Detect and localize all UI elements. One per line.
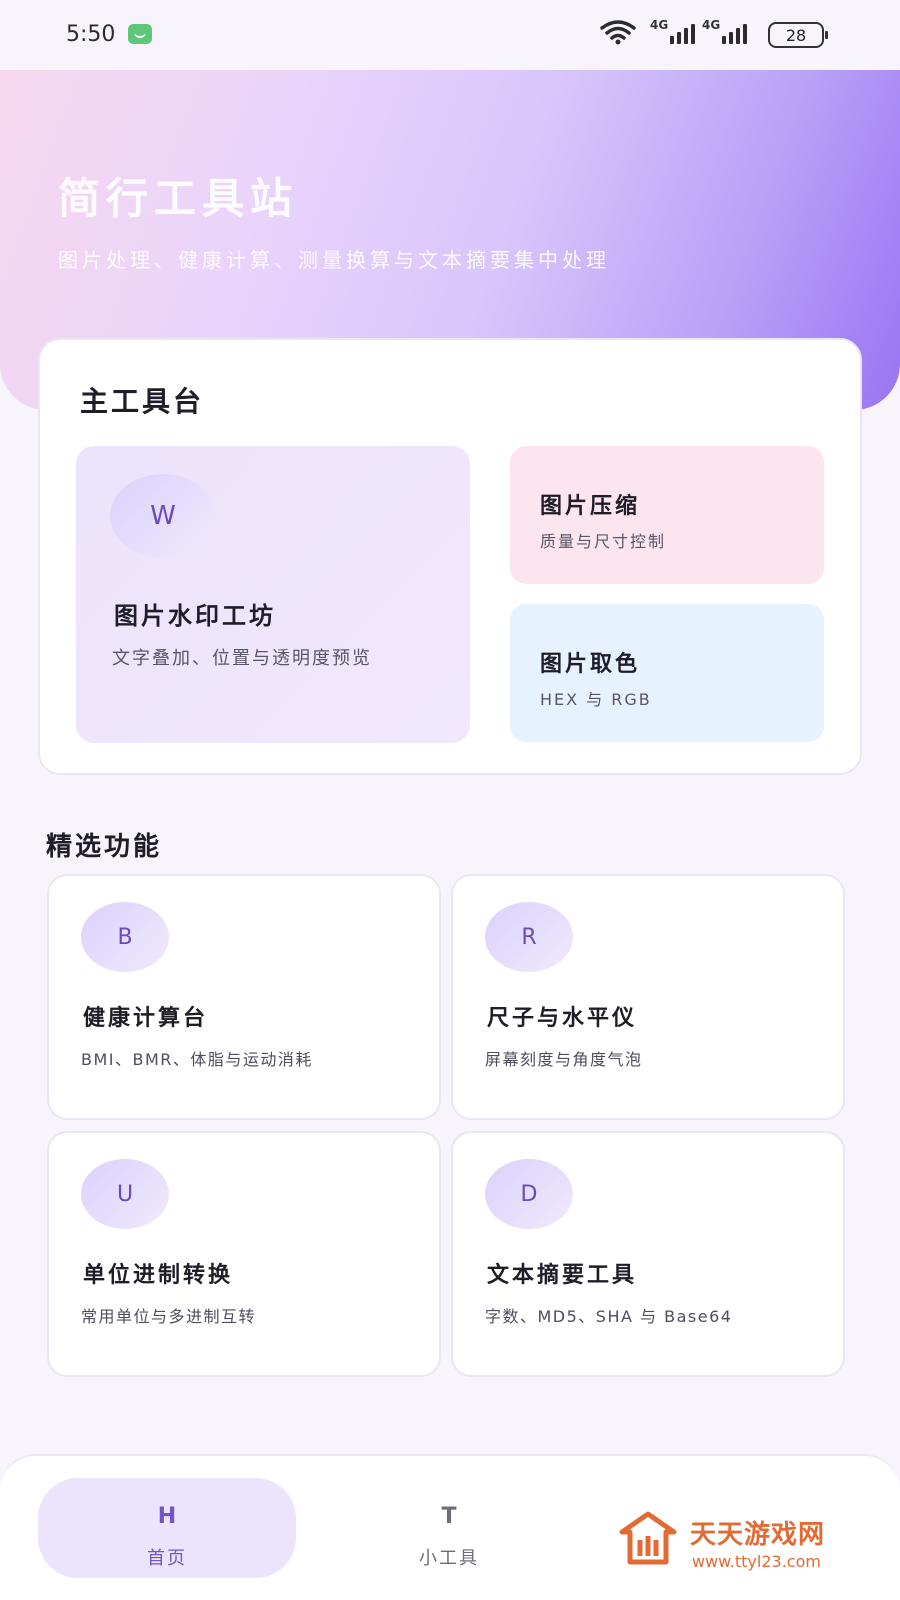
signal-1-label: 4G [650, 18, 669, 32]
watermark-url: www.ttyl23.com [692, 1552, 821, 1571]
signal-2-label: 4G [702, 18, 721, 32]
watermark-tool-title: 图片水印工坊 [114, 602, 276, 630]
status-time: 5:50 [66, 22, 116, 47]
watermark-name: 天天游戏网 [690, 1520, 826, 1550]
compress-tool-title: 图片压缩 [540, 494, 641, 519]
feature-card-ruler[interactable]: R 尺子与水平仪 屏幕刻度与角度气泡 [451, 874, 845, 1120]
featured-section-title: 精选功能 [46, 832, 163, 862]
battery-icon: 28 [768, 22, 828, 48]
panel-title: 主工具台 [80, 385, 205, 418]
compress-tool-desc: 质量与尺寸控制 [540, 532, 667, 551]
text-digest-icon: D [485, 1159, 573, 1229]
feature-card-unit-convert[interactable]: U 单位进制转换 常用单位与多进制互转 [47, 1131, 441, 1377]
app-subtitle: 图片处理、健康计算、测量换算与文本摘要集中处理 [58, 248, 610, 272]
app-title: 简行工具站 [58, 174, 299, 223]
status-bar: 5:50 4G 4G 28 [0, 0, 900, 70]
feature-card-health[interactable]: B 健康计算台 BMI、BMR、体脂与运动消耗 [47, 874, 441, 1120]
compress-tool-card[interactable]: 图片压缩 质量与尺寸控制 [510, 446, 824, 584]
nav-tools-label: 小工具 [419, 1548, 479, 1569]
ruler-icon-letter: R [521, 924, 537, 950]
feature-title: 尺子与水平仪 [487, 1006, 638, 1031]
feature-title: 文本摘要工具 [487, 1263, 638, 1288]
feature-desc: 屏幕刻度与角度气泡 [485, 1050, 643, 1069]
text-digest-icon-letter: D [520, 1181, 538, 1207]
unit-convert-icon: U [81, 1159, 169, 1229]
ruler-icon: R [485, 902, 573, 972]
health-icon-letter: B [117, 924, 133, 950]
watermark-logo-icon [619, 1511, 677, 1565]
health-icon: B [81, 902, 169, 972]
nav-home[interactable]: H 首页 [38, 1478, 296, 1578]
main-tool-panel: 主工具台 W 图片水印工坊 文字叠加、位置与透明度预览 图片压缩 质量与尺寸控制… [38, 338, 862, 775]
feature-desc: 字数、MD5、SHA 与 Base64 [485, 1307, 733, 1326]
watermark-tool-card[interactable]: W 图片水印工坊 文字叠加、位置与透明度预览 [76, 446, 470, 743]
color-picker-tool-desc: HEX 与 RGB [540, 690, 652, 709]
battery-level: 28 [785, 26, 807, 45]
feature-desc: BMI、BMR、体脂与运动消耗 [81, 1050, 313, 1069]
nav-home-label: 首页 [147, 1548, 187, 1569]
tools-icon: T [441, 1504, 457, 1529]
nav-tools[interactable]: T 小工具 [320, 1478, 578, 1578]
feature-title: 健康计算台 [83, 1006, 209, 1031]
feature-desc: 常用单位与多进制互转 [81, 1307, 257, 1326]
color-picker-tool-title: 图片取色 [540, 652, 641, 677]
feature-card-text-digest[interactable]: D 文本摘要工具 字数、MD5、SHA 与 Base64 [451, 1131, 845, 1377]
color-picker-tool-card[interactable]: 图片取色 HEX 与 RGB [510, 604, 824, 742]
home-icon: H [157, 1504, 177, 1529]
wifi-icon [600, 20, 636, 45]
message-notification-icon [128, 24, 152, 44]
watermark-tool-icon: W [110, 474, 216, 558]
site-watermark: 天天游戏网 www.ttyl23.com [608, 1500, 900, 1600]
watermark-tool-desc: 文字叠加、位置与透明度预览 [112, 648, 372, 669]
watermark-tool-icon-letter: W [150, 501, 176, 531]
unit-convert-icon-letter: U [116, 1181, 134, 1207]
feature-title: 单位进制转换 [83, 1263, 234, 1288]
